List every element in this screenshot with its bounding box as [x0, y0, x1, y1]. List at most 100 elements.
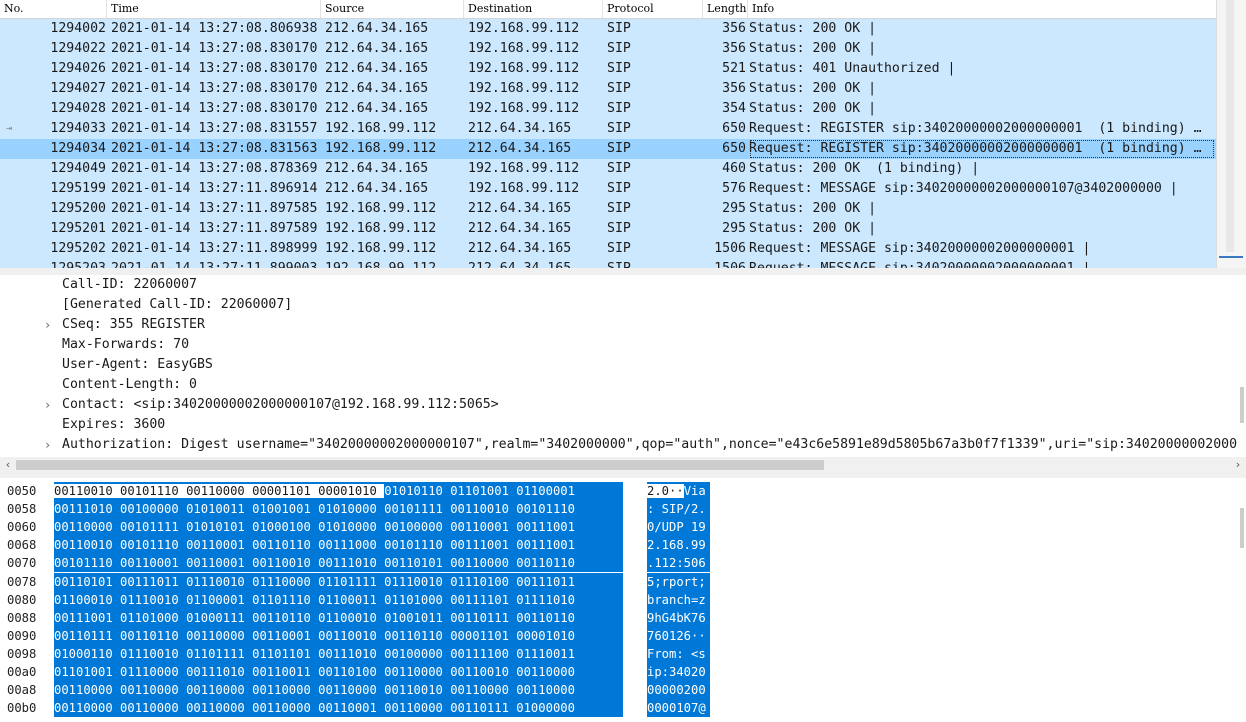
- byte-binary-values[interactable]: 01000110 01110010 01101111 01101101 0011…: [54, 644, 623, 663]
- byte-ascii-values[interactable]: 5;rport;: [647, 572, 710, 591]
- packet-cell-time: 2021-01-14 13:27:08.830170: [111, 41, 318, 56]
- expand-chevron-icon[interactable]: ›: [44, 395, 51, 415]
- byte-ascii-values[interactable]: 760126··: [647, 626, 710, 645]
- packet-cell-info: Request: REGISTER sip:340200000020000000…: [749, 121, 1202, 136]
- details-horizontal-scrollbar[interactable]: ‹ ›: [0, 457, 1246, 473]
- byte-ascii-values[interactable]: 9hG4bK76: [647, 608, 710, 627]
- scrollbar-thumb[interactable]: [1240, 387, 1244, 423]
- byte-ascii-selected: 2.168.99: [647, 538, 706, 553]
- byte-binary-values[interactable]: 00110000 00110000 00110000 00110000 0011…: [54, 681, 623, 700]
- byte-binary-values[interactable]: 00110010 00101110 00110001 00110110 0011…: [54, 536, 623, 555]
- details-vertical-scrollbar[interactable]: [1238, 275, 1246, 457]
- packet-row[interactable]: 1295199 2021-01-14 13:27:11.896914 212.64.…: [0, 179, 1216, 199]
- packet-details-pane[interactable]: Call-ID: 22060007 [Generated Call-ID: 220…: [0, 275, 1246, 457]
- byte-ascii-selected: 0000107@: [647, 701, 706, 716]
- packet-cell-time: 2021-01-14 13:27:08.830170: [111, 81, 318, 96]
- packet-cell-len: 1506: [700, 259, 746, 268]
- packet-row[interactable]: ⇥ 1294033 2021-01-14 13:27:08.831557 192.16…: [0, 119, 1216, 139]
- expand-chevron-icon[interactable]: ›: [44, 435, 51, 455]
- byte-binary-values[interactable]: 00111001 01101000 01000111 00110110 0110…: [54, 608, 623, 627]
- packet-cell-proto: SIP: [607, 259, 705, 268]
- byte-ascii-values[interactable]: 2.0··Via: [647, 482, 710, 500]
- scrollbar-thumb[interactable]: [1240, 508, 1244, 548]
- packet-row[interactable]: 1295201 2021-01-14 13:27:11.897589 192.168…: [0, 219, 1216, 239]
- byte-ascii-values[interactable]: .112:506: [647, 554, 710, 573]
- packet-cell-src: 192.168.99.112: [325, 221, 437, 236]
- packet-row[interactable]: 1295203 2021-01-14 13:27:11.899003192.168…: [0, 259, 1216, 268]
- column-header-protocol[interactable]: Protocol: [603, 0, 703, 18]
- scrollbar-thumb[interactable]: [1226, 0, 1234, 252]
- byte-ascii-values[interactable]: From: <s: [647, 644, 710, 663]
- packet-cell-len: 650: [722, 141, 746, 156]
- column-header-length[interactable]: Length: [703, 0, 748, 18]
- byte-ascii-selected: : SIP/2.: [647, 502, 706, 517]
- byte-ascii-values[interactable]: 2.168.99: [647, 536, 710, 555]
- packet-list-scrollbar[interactable]: [1216, 0, 1246, 268]
- bytes-vertical-scrollbar[interactable]: [1238, 478, 1246, 722]
- byte-offset: 0058: [7, 502, 37, 517]
- bytes-row: 0090 00110111 00110110 00110000 00110001 …: [0, 626, 1246, 645]
- bytes-row: 0088 00111001 01101000 01000111 00110110 …: [0, 608, 1246, 627]
- byte-offset: 0068: [7, 538, 37, 553]
- packet-row[interactable]: 1294022 2021-01-14 13:27:08.830170 212.64.…: [0, 39, 1216, 59]
- byte-ascii-values[interactable]: branch=z: [647, 590, 710, 609]
- column-header-info[interactable]: Info: [748, 0, 1216, 18]
- byte-binary-values[interactable]: 00101110 00110001 00110001 00110010 0011…: [54, 554, 623, 573]
- byte-ascii-values[interactable]: 00000200: [647, 681, 710, 700]
- scrollbar-thumb[interactable]: [16, 460, 824, 470]
- packet-row[interactable]: 1294049 2021-01-14 13:27:08.878369 212.64.…: [0, 159, 1216, 179]
- packet-cell-dst: 212.64.34.165: [468, 201, 572, 216]
- byte-offset: 0050: [7, 484, 37, 498]
- bytes-row: 00a8 00110000 00110000 00110000 00110000 …: [0, 681, 1246, 700]
- packet-cell-time: 2021-01-14 13:27:11.899003: [111, 259, 325, 268]
- packet-bytes-pane[interactable]: 0050 00110010 00101110 00110000 00001101 …: [0, 478, 1246, 722]
- byte-binary-values[interactable]: 00111010 00100000 01010011 01001001 0101…: [54, 500, 623, 519]
- packet-row[interactable]: 1295200 2021-01-14 13:27:11.897585 192.168…: [0, 199, 1216, 219]
- column-header-source[interactable]: Source: [321, 0, 464, 18]
- byte-binary-selected: 00110111 00110110 00110000 00110001 0011…: [54, 628, 575, 643]
- packet-row-selected[interactable]: 1294034 2021-01-14 13:27:08.831563 192.168…: [0, 139, 1216, 159]
- packet-cell-dst: 212.64.34.165: [468, 241, 572, 256]
- packet-cell-no: 1294033: [50, 121, 106, 136]
- packet-cell-src: 212.64.34.165: [325, 181, 429, 196]
- packet-row[interactable]: 1295202 2021-01-14 13:27:11.898999 192.168…: [0, 239, 1216, 259]
- packet-row[interactable]: 1294002 2021-01-14 13:27:08.806938 212.64.…: [0, 19, 1216, 39]
- byte-binary-values[interactable]: 00110000 00110000 00110000 00110000 0011…: [54, 699, 623, 718]
- detail-tree-item-label: Contact: <sip:34020000002000000107@192.1…: [62, 397, 499, 412]
- byte-binary-selected: 01010110 01101001 01100001: [384, 484, 575, 498]
- byte-binary-selected: 00110000 00110000 00110000 00110000 0011…: [54, 701, 575, 716]
- detail-tree-item-label: Content-Length: 0: [62, 377, 197, 392]
- scroll-right-icon[interactable]: ›: [1230, 457, 1246, 473]
- byte-ascii-values[interactable]: 0/UDP 19: [647, 518, 710, 537]
- column-header-no[interactable]: No.: [0, 0, 107, 18]
- packet-list-pane[interactable]: No. Time Source Destination Protocol Len…: [0, 0, 1246, 268]
- pane-splitter[interactable]: [0, 268, 1246, 275]
- byte-binary-values[interactable]: 01101001 01110000 00111010 00110011 0011…: [54, 663, 623, 681]
- packet-cell-time: 2021-01-14 13:27:11.897585: [111, 201, 318, 216]
- byte-binary-values[interactable]: 00110111 00110110 00110000 00110001 0011…: [54, 626, 623, 645]
- packet-row[interactable]: 1294026 2021-01-14 13:27:08.830170 212.64.…: [0, 59, 1216, 79]
- byte-binary-values[interactable]: 00110010 00101110 00110000 00001101 0000…: [54, 482, 623, 500]
- packet-cell-dst: 212.64.34.165: [468, 141, 572, 156]
- packet-cell-info: Request: MESSAGE sip:3402000000200000000…: [749, 241, 1091, 256]
- byte-ascii-values[interactable]: 0000107@: [647, 699, 710, 718]
- packet-row[interactable]: 1294027 2021-01-14 13:27:08.830170 212.64.…: [0, 79, 1216, 99]
- expand-chevron-icon[interactable]: ›: [44, 315, 51, 335]
- packet-cell-src: 212.64.34.165: [325, 101, 429, 116]
- scroll-left-icon[interactable]: ‹: [0, 457, 16, 473]
- column-header-destination[interactable]: Destination: [464, 0, 603, 18]
- byte-ascii-values[interactable]: : SIP/2.: [647, 500, 710, 519]
- packet-cell-len: 650: [722, 121, 746, 136]
- byte-binary-values[interactable]: 00110000 00101111 01010101 01000100 0101…: [54, 518, 623, 537]
- byte-ascii-values[interactable]: ip:34020: [647, 663, 710, 681]
- packet-cell-len: 356: [722, 21, 746, 36]
- column-header-time[interactable]: Time: [107, 0, 321, 18]
- packet-row[interactable]: 1294028 2021-01-14 13:27:08.830170 212.64.…: [0, 99, 1216, 119]
- packet-cell-src: 192.168.99.112: [325, 259, 468, 268]
- byte-binary-values[interactable]: 00110101 00111011 01110010 01110000 0110…: [54, 572, 623, 591]
- detail-tree-item-label: Call-ID: 22060007: [62, 277, 197, 292]
- bytes-row: 00a0 01101001 01110000 00111010 00110011 …: [0, 663, 1246, 681]
- packet-cell-time: 2021-01-14 13:27:11.896914: [111, 181, 318, 196]
- packet-cell-time: 2021-01-14 13:27:11.898999: [111, 241, 318, 256]
- byte-binary-values[interactable]: 01100010 01110010 01100001 01101110 0110…: [54, 590, 623, 609]
